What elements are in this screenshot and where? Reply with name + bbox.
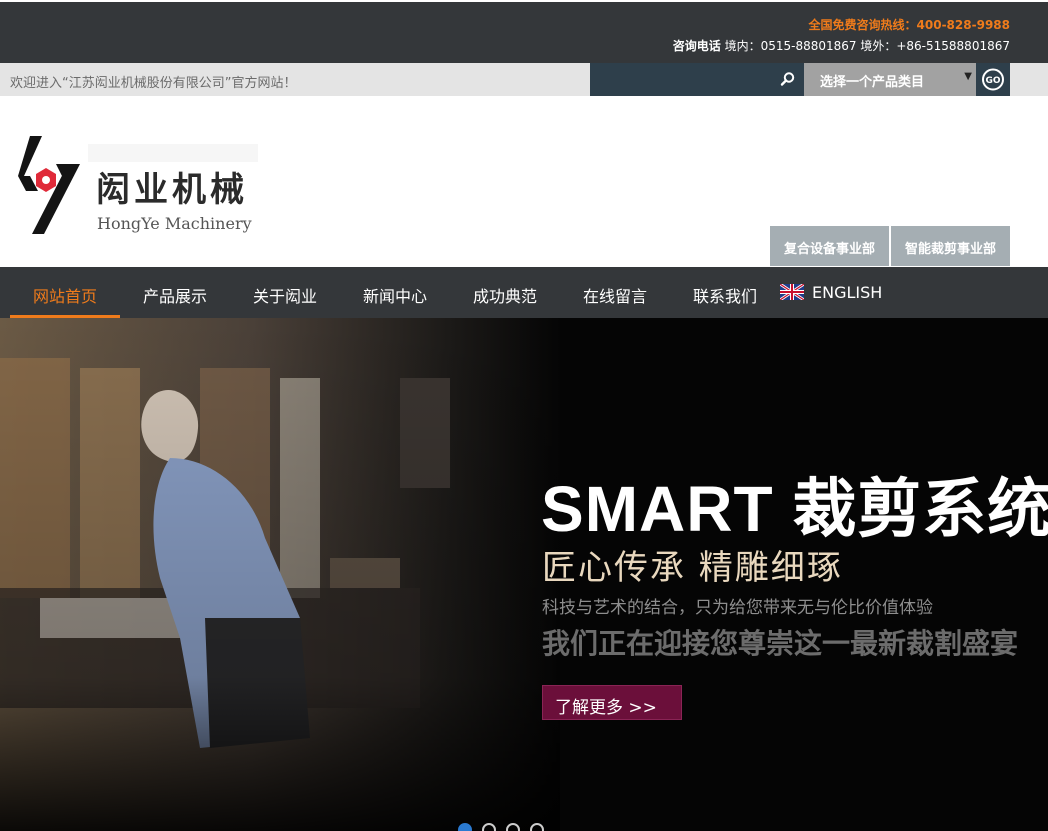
- category-select-label: 选择一个产品类目: [820, 75, 925, 90]
- slider-dot[interactable]: [482, 823, 496, 831]
- logo-underlay: [88, 144, 258, 162]
- slider-dot[interactable]: [506, 823, 520, 831]
- hero-banner: SMART 裁剪系统 匠心传承 精雕细琢 科技与艺术的结合，只为给您带来无与伦比…: [0, 318, 1048, 831]
- slider-dots: [458, 823, 544, 831]
- division-links: 复合设备事业部 智能裁剪事业部: [769, 226, 1010, 266]
- slider-dot[interactable]: [530, 823, 544, 831]
- category-select[interactable]: 选择一个产品类目 ▼: [804, 63, 976, 96]
- nav-item-message[interactable]: 在线留言: [560, 267, 670, 318]
- brand-name-en: HongYe Machinery: [97, 214, 252, 233]
- logo-mark-icon: [18, 136, 80, 234]
- svg-text:GO: GO: [985, 76, 1000, 86]
- search-input[interactable]: [590, 63, 770, 96]
- nav-item-english[interactable]: ENGLISH: [780, 267, 890, 318]
- search-box: [590, 63, 804, 96]
- division-cutting-button[interactable]: 智能裁剪事业部: [890, 226, 1010, 266]
- banner-tagline: 科技与艺术的结合，只为给您带来无与伦比价值体验: [542, 598, 933, 618]
- site-logo[interactable]: 闳业机械 HongYe Machinery: [16, 136, 266, 236]
- dropdown-arrow-icon: ▼: [964, 71, 972, 82]
- learn-more-button[interactable]: 了解更多 >>: [542, 685, 682, 720]
- nav-item-english-label: ENGLISH: [812, 283, 883, 302]
- nav-item-cases[interactable]: 成功典范: [450, 267, 560, 318]
- uk-flag-icon: [780, 284, 804, 300]
- welcome-bar: 欢迎进入“江苏闳业机械股份有限公司”官方网站！ 选择一个产品类目 ▼ GO: [0, 63, 1048, 96]
- nav-item-about[interactable]: 关于闳业: [230, 267, 340, 318]
- phone-info: 咨询电话 境内：0515-88801867 境外：+86-51588801867: [673, 37, 1010, 54]
- nav-item-products[interactable]: 产品展示: [120, 267, 230, 318]
- banner-subheadline: 匠心传承 精雕细琢: [542, 548, 843, 588]
- tailor-photo: [0, 318, 560, 831]
- division-composite-button[interactable]: 复合设备事业部: [769, 226, 889, 266]
- top-info-bar: 全国免费咨询热线：400-828-9988 咨询电话 境内：0515-88801…: [0, 0, 1048, 63]
- search-icon[interactable]: [780, 71, 796, 87]
- banner-headline: SMART 裁剪系统: [541, 473, 1048, 545]
- nav-item-news[interactable]: 新闻中心: [340, 267, 450, 318]
- nav-item-contact[interactable]: 联系我们: [670, 267, 780, 318]
- welcome-text: 欢迎进入“江苏闳业机械股份有限公司”官方网站！: [10, 76, 297, 91]
- hotline-text: 全国免费咨询热线：400-828-9988: [808, 18, 1010, 32]
- phone-numbers: 境内：0515-88801867 境外：+86-51588801867: [724, 39, 1010, 53]
- phone-label: 咨询电话: [672, 39, 721, 53]
- banner-slogan: 我们正在迎接您尊崇这一最新裁割盛宴: [542, 627, 1019, 660]
- go-icon[interactable]: GO: [976, 63, 1010, 96]
- site-header: 闳业机械 HongYe Machinery 复合设备事业部 智能裁剪事业部: [0, 96, 1048, 267]
- brand-name-cn: 闳业机械: [96, 170, 248, 210]
- slider-dot[interactable]: [458, 823, 472, 831]
- main-nav: 网站首页 产品展示 关于闳业 新闻中心 成功典范 在线留言 联系我们 ENGLI…: [0, 267, 1048, 318]
- nav-item-home[interactable]: 网站首页: [10, 267, 120, 318]
